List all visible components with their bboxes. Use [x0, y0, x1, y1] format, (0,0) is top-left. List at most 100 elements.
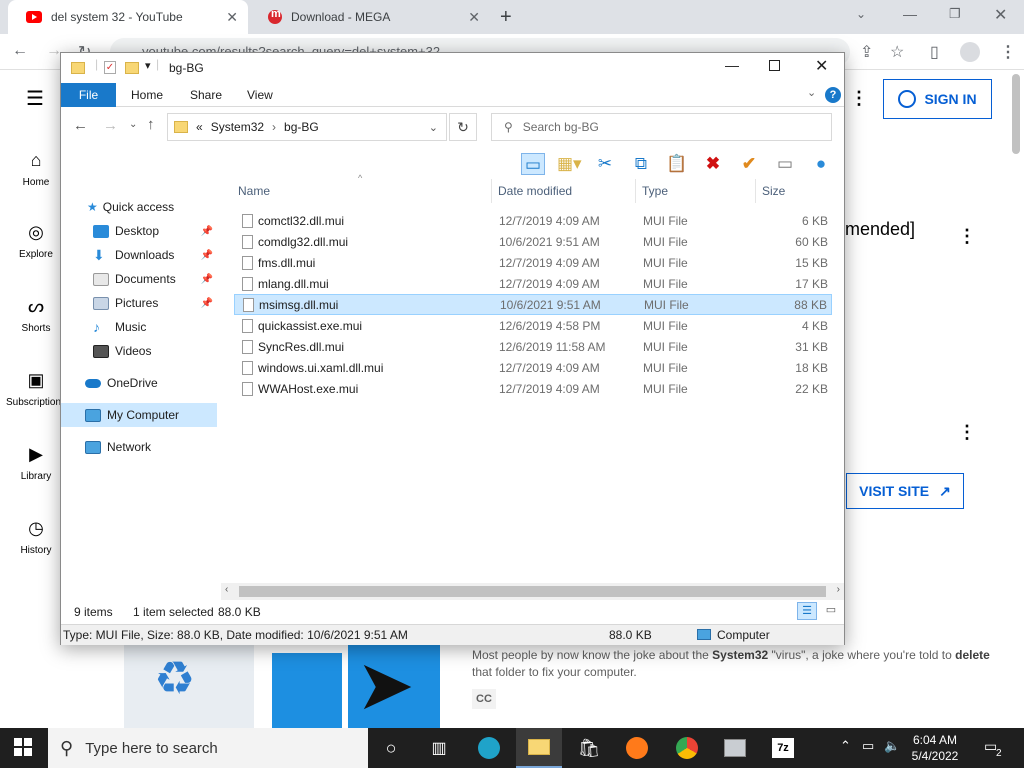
store-button[interactable]: 🛍 — [566, 728, 612, 768]
column-name[interactable]: Name — [234, 179, 492, 203]
close-icon[interactable]: ✕ — [815, 56, 828, 76]
back-icon[interactable]: ← — [73, 117, 88, 134]
menu-dots-icon[interactable]: ⋮ — [1000, 42, 1016, 62]
tab-view[interactable]: View — [233, 83, 287, 107]
file-explorer-window[interactable]: | ✓ ▾ | bg-BG — ✕ File Home Share View ⌄… — [60, 52, 845, 645]
tab-mega[interactable]: Download - MEGA ✕ — [250, 0, 490, 34]
scrollbar-thumb[interactable] — [239, 586, 826, 597]
file-explorer-button[interactable] — [516, 728, 562, 768]
file-row[interactable]: fms.dll.mui 12/7/2019 4:09 AM MUI File 1… — [234, 252, 832, 273]
side-panel-icon[interactable]: ▯ — [930, 42, 939, 62]
back-icon[interactable]: ← — [12, 42, 28, 60]
new-folder-icon[interactable] — [125, 62, 139, 74]
delete-icon[interactable]: ✖ — [701, 153, 725, 175]
properties-icon[interactable]: ✓ — [104, 61, 116, 74]
maximize-icon[interactable] — [769, 60, 780, 71]
video-menu-icon[interactable]: ⋮ — [958, 226, 976, 247]
task-view-button[interactable]: ○ — [368, 728, 414, 768]
file-row[interactable]: comdlg32.dll.mui 10/6/2021 9:51 AM MUI F… — [234, 231, 832, 252]
nav-desktop[interactable]: Desktop 📌 — [61, 219, 217, 243]
file-row[interactable]: quickassist.exe.mui 12/6/2019 4:58 PM MU… — [234, 315, 832, 336]
edge-button[interactable] — [466, 728, 512, 768]
nav-quick-access[interactable]: ★ Quick access — [61, 195, 217, 219]
sign-in-button[interactable]: SIGN IN — [883, 79, 992, 119]
close-tab-icon[interactable]: ✕ — [468, 9, 480, 26]
volume-icon[interactable]: 🔈 — [884, 738, 900, 754]
pin-icon[interactable]: 📌 — [201, 274, 213, 285]
pin-icon[interactable]: 📌 — [201, 298, 213, 309]
windows-start-icon[interactable] — [14, 738, 32, 756]
column-type[interactable]: Type — [638, 179, 756, 203]
scroll-right-icon[interactable]: › — [837, 584, 840, 595]
more-options-icon[interactable]: ⋮ — [850, 88, 868, 109]
pin-icon[interactable]: 📌 — [201, 226, 213, 237]
nav-my-computer[interactable]: My Computer — [61, 403, 217, 427]
file-row[interactable]: mlang.dll.mui 12/7/2019 4:09 AM MUI File… — [234, 273, 832, 294]
tab-file[interactable]: File — [61, 83, 116, 107]
thumbnail-windows-logo[interactable]: ➤ — [272, 645, 440, 728]
checkmark-icon[interactable]: ✔ — [737, 153, 761, 175]
tab-search-icon[interactable]: ⌄ — [856, 7, 866, 21]
paste-icon[interactable]: 📋 — [665, 153, 689, 175]
globe-icon[interactable]: ● — [809, 153, 833, 175]
column-date-modified[interactable]: Date modified — [494, 179, 636, 203]
file-row[interactable]: comctl32.dll.mui 12/7/2019 4:09 AM MUI F… — [234, 210, 832, 231]
minimize-icon[interactable]: — — [903, 6, 917, 22]
help-icon[interactable]: ? — [825, 87, 841, 103]
nav-network[interactable]: Network — [61, 435, 217, 459]
expand-ribbon-icon[interactable]: ⌄ — [807, 86, 816, 99]
profile-avatar-icon[interactable] — [960, 42, 980, 62]
ad-menu-icon[interactable]: ⋮ — [958, 422, 976, 443]
thumbnail-recycle-bin[interactable]: ♻ — [124, 645, 254, 728]
preview-pane-icon[interactable]: ▭ — [521, 153, 545, 175]
nav-onedrive[interactable]: OneDrive — [61, 371, 217, 395]
pin-icon[interactable]: 📌 — [201, 250, 213, 261]
scroll-left-icon[interactable]: ‹ — [225, 584, 228, 595]
tab-share[interactable]: Share — [176, 83, 236, 107]
address-dropdown-icon[interactable]: ⌄ — [429, 121, 438, 134]
file-row[interactable]: WWAHost.exe.mui 12/7/2019 4:09 AM MUI Fi… — [234, 378, 832, 399]
breadcrumb-system32[interactable]: System32 — [211, 120, 264, 134]
task-view-button[interactable]: ▥ — [416, 728, 462, 768]
forward-icon[interactable]: → — [103, 117, 118, 134]
show-hidden-icons-icon[interactable]: ⌃ — [840, 738, 851, 754]
view-options-icon[interactable]: ▦▾ — [557, 153, 582, 175]
new-tab-icon[interactable]: + — [500, 6, 512, 29]
nav-videos[interactable]: Videos — [61, 339, 217, 363]
cut-icon[interactable]: ✂ — [593, 153, 617, 175]
refresh-button[interactable]: ↻ — [449, 113, 477, 141]
system-clock[interactable]: 6:04 AM 5/4/2022 — [905, 732, 965, 764]
up-icon[interactable]: ↑ — [147, 116, 155, 133]
7zip-button[interactable]: 7z — [760, 728, 806, 768]
firefox-button[interactable] — [614, 728, 660, 768]
tab-home[interactable]: Home — [117, 83, 177, 107]
large-icons-view-icon[interactable]: ▭ — [821, 602, 841, 620]
taskbar-search-box[interactable]: ⚲ Type here to search — [48, 728, 368, 768]
explorer-title-bar[interactable]: | ✓ ▾ | bg-BG — ✕ — [61, 53, 844, 83]
breadcrumb-bg-bg[interactable]: bg-BG — [284, 120, 319, 134]
nav-documents[interactable]: Documents 📌 — [61, 267, 217, 291]
file-row[interactable]: windows.ui.xaml.dll.mui 12/7/2019 4:09 A… — [234, 357, 832, 378]
file-row[interactable]: SyncRes.dll.mui 12/6/2019 11:58 AM MUI F… — [234, 336, 832, 357]
explorer-search-box[interactable]: ⚲ Search bg-BG — [491, 113, 832, 141]
close-tab-icon[interactable]: ✕ — [226, 9, 238, 26]
breadcrumb-prefix[interactable]: « — [196, 120, 203, 134]
visit-site-button[interactable]: VISIT SITE ↗ — [846, 473, 964, 509]
tab-youtube[interactable]: del system 32 - YouTube ✕ — [8, 0, 248, 34]
hamburger-menu-icon[interactable]: ☰ — [26, 86, 44, 111]
nav-downloads[interactable]: ⬇ Downloads 📌 — [61, 243, 217, 267]
customize-qat-icon[interactable]: ▾ — [145, 59, 151, 72]
minimize-icon[interactable]: — — [725, 57, 739, 73]
file-row-selected[interactable]: msimsg.dll.mui 10/6/2021 9:51 AM MUI Fil… — [234, 294, 832, 315]
nav-music[interactable]: ♪ Music — [61, 315, 217, 339]
share-icon[interactable]: ⇪ — [860, 42, 873, 62]
breadcrumb-separator-icon[interactable]: › — [272, 120, 276, 134]
nav-pictures[interactable]: Pictures 📌 — [61, 291, 217, 315]
column-size[interactable]: Size — [758, 179, 832, 203]
video-title-partial[interactable]: mended] — [845, 219, 915, 240]
horizontal-scrollbar[interactable]: ‹ › — [221, 583, 844, 600]
rename-icon[interactable]: ▭ — [773, 153, 797, 175]
bookmark-star-icon[interactable]: ☆ — [890, 42, 904, 62]
explorer-address-bar[interactable]: « System32 › bg-BG ⌄ — [167, 113, 447, 141]
copy-icon[interactable]: ⧉ — [629, 153, 653, 175]
